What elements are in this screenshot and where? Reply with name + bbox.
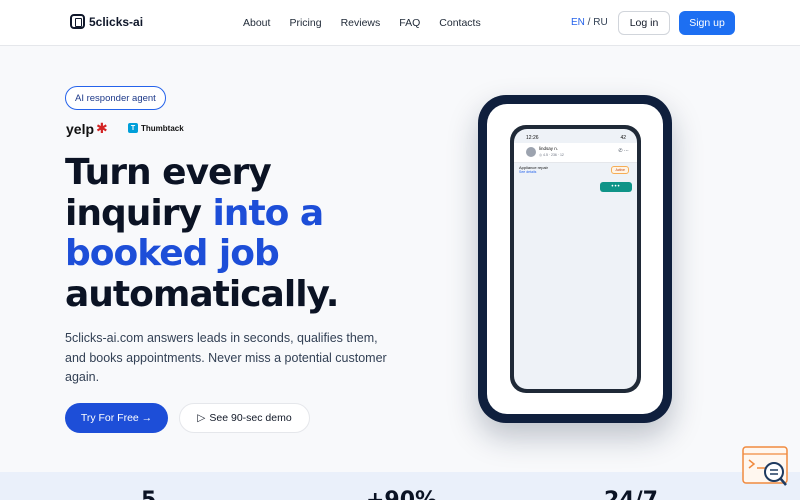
phone-time: 12:26: [526, 135, 539, 141]
headline-line3-blue: booked job: [65, 233, 280, 274]
contact-avatar: [526, 147, 536, 157]
status-pill: Active: [611, 166, 629, 174]
stat-1: 5: [141, 490, 156, 500]
phone-screen: 12:26 42 lindsay n. ◎ 4.5 · 236 · 12 ✆ ⋯…: [514, 129, 637, 389]
login-button[interactable]: Log in: [618, 11, 670, 35]
hero-headline: Turn every inquiry into a booked job aut…: [65, 152, 445, 315]
yelp-logo: yelp ✱: [66, 120, 108, 137]
chat-widget-icon[interactable]: [742, 446, 788, 488]
chat-widget-svg: [742, 446, 788, 486]
chat-header-icons: ✆ ⋯: [618, 148, 629, 154]
main-nav: About Pricing Reviews FAQ Contacts: [243, 17, 500, 29]
headline-line4: automatically.: [65, 273, 339, 315]
play-icon: ▷: [197, 412, 206, 424]
headline-line2-blue: into a: [212, 192, 324, 234]
contact-meta: ◎ 4.5 · 236 · 12: [539, 153, 564, 157]
headline-line2-dark: inquiry: [65, 192, 213, 234]
headline-line1: Turn every: [65, 152, 272, 193]
logo[interactable]: 5clicks-ai: [70, 14, 143, 29]
contact-name: lindsay n.: [539, 146, 559, 151]
message-link: See details: [519, 170, 537, 174]
nav-reviews[interactable]: Reviews: [341, 17, 381, 29]
site-header: 5clicks-ai About Pricing Reviews FAQ Con…: [0, 0, 800, 46]
stat-2: +90%: [366, 490, 437, 500]
lang-ru[interactable]: RU: [593, 17, 607, 28]
demo-button-label: See 90-sec demo: [209, 412, 292, 424]
logo-text: 5clicks-ai: [89, 14, 144, 29]
chat-header: lindsay n. ◎ 4.5 · 236 · 12 ✆ ⋯: [514, 143, 637, 163]
nav-faq[interactable]: FAQ: [399, 17, 420, 29]
nav-about[interactable]: About: [243, 17, 270, 29]
language-switcher: EN / RU: [571, 17, 608, 28]
demo-button[interactable]: ▷ See 90-sec demo: [179, 403, 310, 433]
thumbtack-logo: T Thumbtack: [128, 123, 184, 133]
phone-battery: 42: [620, 135, 626, 141]
try-for-free-button[interactable]: Try For Free →: [65, 403, 168, 433]
lang-en[interactable]: EN: [571, 17, 585, 28]
hero-badge: AI responder agent: [65, 86, 166, 110]
logo-icon: [70, 14, 85, 29]
thumbtack-icon: T: [128, 123, 138, 133]
stats-strip: 5 +90% 24/7: [0, 472, 800, 500]
thumbtack-wordmark: Thumbtack: [141, 123, 184, 133]
signup-button[interactable]: Sign up: [679, 11, 735, 35]
yelp-wordmark: yelp: [66, 120, 95, 137]
stat-3: 24/7: [604, 490, 658, 500]
yelp-burst-icon: ✱: [96, 120, 108, 136]
hero-subtext: 5clicks-ai.com answers leads in seconds,…: [65, 331, 387, 384]
nav-contacts[interactable]: Contacts: [439, 17, 480, 29]
nav-pricing[interactable]: Pricing: [289, 17, 321, 29]
phone-status-bar: 12:26 42: [526, 135, 626, 141]
lang-separator: /: [584, 17, 594, 28]
typing-indicator: •••: [600, 182, 632, 192]
